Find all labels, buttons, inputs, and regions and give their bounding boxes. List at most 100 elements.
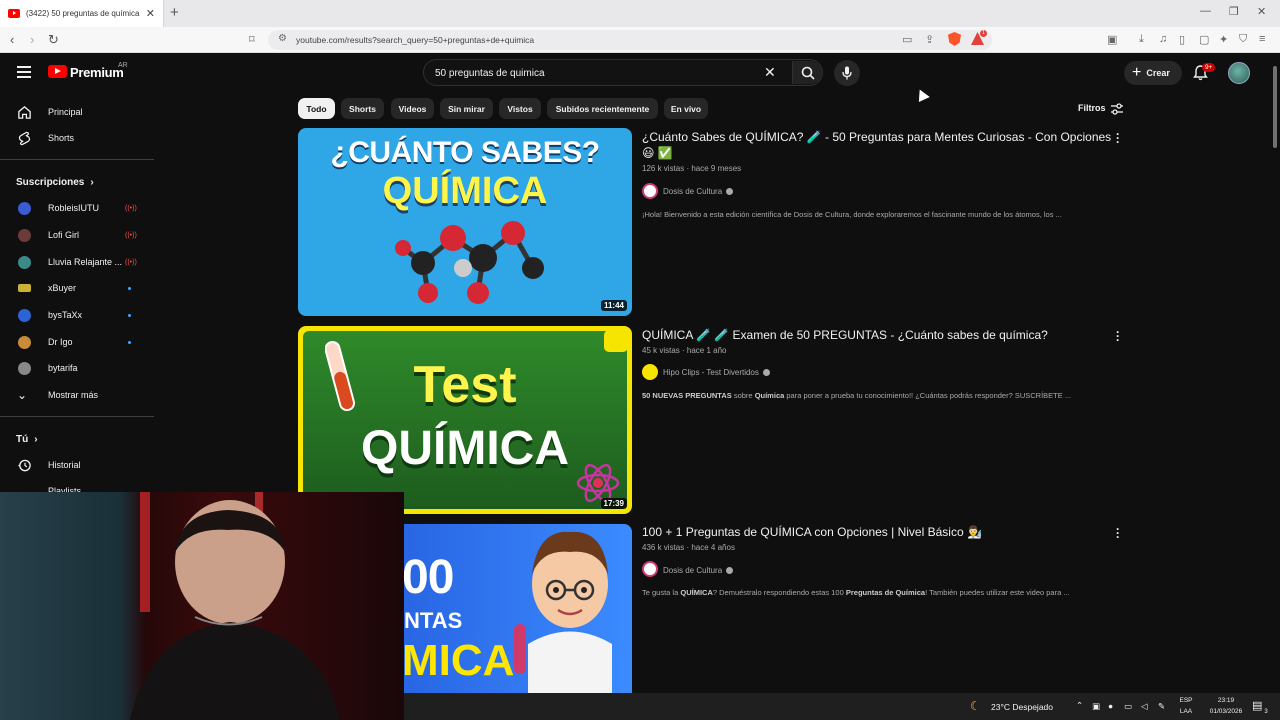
channel-name[interactable]: Dosis de Cultura (663, 566, 734, 575)
input-language[interactable]: ESP (1176, 697, 1196, 704)
chevron-right-icon: › (34, 433, 38, 445)
video-title[interactable]: ¿Cuánto Sabes de QUÍMICA? 🧪 - 50 Pregunt… (642, 129, 1112, 161)
video-meta: 45 k vistas · hace 1 año (642, 346, 727, 355)
close-window-button[interactable]: ✕ (1257, 5, 1266, 18)
sidebar-item-principal[interactable]: Principal (0, 99, 154, 125)
vpn-icon[interactable]: ⛉ (1239, 33, 1247, 46)
sidebar-subscription[interactable]: bysTaXx (0, 302, 154, 328)
sidebar-item-shorts[interactable]: Shorts (0, 125, 154, 151)
notification-center-icon[interactable]: ▤ (1252, 699, 1262, 712)
chip-videos[interactable]: Videos (391, 98, 434, 119)
search-input[interactable]: 50 preguntas de quimica (435, 68, 545, 79)
sidebar-subscription[interactable]: RobleisIUTU ((•)) (0, 195, 154, 221)
browser-menu-icon[interactable]: ≡ (1259, 33, 1265, 45)
channel-name[interactable]: Hipo Clips - Test Divertidos (663, 368, 770, 377)
youtube-logo-icon[interactable] (48, 65, 67, 78)
upload-age: hace 4 años (691, 543, 735, 552)
minimize-button[interactable]: — (1200, 5, 1211, 17)
sidebar-subscription[interactable]: bytarifa (0, 355, 154, 381)
tabs-icon[interactable]: ▢ (1199, 33, 1209, 46)
clock-time[interactable]: 23:19 (1204, 697, 1248, 704)
microphone-tray-icon[interactable]: ● (1108, 701, 1113, 711)
more-options-icon[interactable]: · · · (1116, 128, 1120, 148)
chip-todo[interactable]: Todo (298, 98, 335, 119)
keyboard-layout[interactable]: LAA (1176, 708, 1196, 715)
guide-menu-icon[interactable] (17, 66, 31, 81)
wallet-icon[interactable]: ▣ (1107, 33, 1117, 46)
channel-avatar[interactable] (642, 561, 658, 577)
sidebar-subscription[interactable]: Lofi Girl ((•)) (0, 222, 154, 248)
video-title[interactable]: QUÍMICA 🧪 🧪 Examen de 50 PREGUNTAS - ¿Cu… (642, 327, 1112, 343)
live-icon: ((•)) (125, 258, 137, 266)
forward-icon[interactable]: › (30, 32, 34, 47)
region-code: AR (118, 62, 128, 69)
logo-text[interactable]: Premium (70, 65, 124, 80)
sidebar-you-header[interactable]: Tú › (0, 426, 154, 452)
sidebar-toggle-icon[interactable]: ▯ (1179, 33, 1185, 46)
chip-subidos-recientemente[interactable]: Subidos recientemente (547, 98, 658, 119)
tray-app-icon[interactable]: ▣ (1092, 701, 1100, 712)
chip-en-vivo[interactable]: En vivo (664, 98, 708, 119)
video-thumbnail[interactable]: Test QUÍMICA 17:39 (298, 326, 632, 514)
sidebar-divider (0, 159, 154, 160)
tab-title: (3422) 50 preguntas de química (26, 9, 140, 18)
filters-button[interactable]: Filtros (1078, 103, 1106, 113)
sidebar-item-label: Shorts (48, 133, 75, 143)
search-box[interactable]: 50 preguntas de quimica ✕ (423, 59, 823, 86)
channel-name[interactable]: Dosis de Cultura (663, 187, 734, 196)
chip-sin-mirar[interactable]: Sin mirar (440, 98, 493, 119)
leo-ai-icon[interactable]: ✦ (1219, 33, 1228, 46)
channel-avatar[interactable] (642, 183, 658, 199)
clear-search-icon[interactable]: ✕ (764, 64, 776, 81)
channel-name: xBuyer (48, 283, 77, 293)
share-icon[interactable]: ⇪ (925, 33, 934, 46)
channel-avatar[interactable] (642, 364, 658, 380)
media-icon[interactable]: ♫ (1159, 33, 1167, 45)
chip-vistos[interactable]: Vistos (499, 98, 541, 119)
channel-avatar (18, 255, 31, 269)
clock-date[interactable]: 01/03/2026 (1204, 708, 1248, 715)
sidebar-subscription[interactable]: Dr Igo (0, 329, 154, 355)
video-description: 50 NUEVAS PREGUNTAS sobre Química para p… (642, 391, 1112, 400)
weather-text[interactable]: 23°C Despejado (991, 702, 1053, 712)
sidebar-subscription[interactable]: xBuyer (0, 275, 154, 301)
restore-button[interactable]: ❐ (1229, 5, 1239, 18)
sidebar-item-historial[interactable]: Historial (0, 452, 154, 478)
back-icon[interactable]: ‹ (10, 32, 14, 47)
youtube-masthead: Premium AR 50 preguntas de quimica ✕ + C… (0, 54, 1280, 94)
scrollbar-thumb[interactable] (1273, 66, 1277, 148)
new-content-dot-icon (128, 313, 131, 317)
chip-shorts[interactable]: Shorts (341, 98, 384, 119)
volume-icon[interactable]: ◁ (1141, 701, 1148, 712)
video-thumbnail[interactable]: ¿CUÁNTO SABES? QUÍMICA 11:44 (298, 128, 632, 316)
page-scrollbar[interactable] (1271, 60, 1279, 692)
filters-icon[interactable] (1110, 102, 1124, 116)
create-button[interactable]: + Crear (1124, 61, 1182, 85)
more-options-icon[interactable]: · · · (1116, 523, 1120, 543)
account-avatar[interactable] (1228, 62, 1250, 84)
history-icon (18, 459, 31, 471)
browser-tab[interactable]: (3422) 50 preguntas de química ✕ (0, 0, 164, 27)
sidebar-item-label: Principal (48, 107, 83, 117)
sidebar-subscription[interactable]: Lluvia Relajante ... ((•)) (0, 249, 154, 275)
sidebar-show-more[interactable]: ⌄ Mostrar más (0, 382, 154, 408)
voice-search-button[interactable] (834, 60, 860, 86)
more-options-icon[interactable]: · · · (1116, 326, 1120, 346)
downloads-icon[interactable]: ⤓ (1139, 33, 1144, 46)
search-button[interactable] (792, 61, 822, 84)
microphone-icon (842, 66, 852, 80)
tab-close-icon[interactable]: ✕ (146, 7, 155, 20)
sidebar-subscriptions-header[interactable]: Suscripciones › (0, 169, 154, 195)
show-more-label: Mostrar más (48, 390, 99, 400)
site-settings-icon[interactable]: ⚙ (278, 33, 287, 44)
video-title[interactable]: 100 + 1 Preguntas de QUÍMICA con Opcione… (642, 524, 1112, 540)
reload-icon[interactable]: ↻ (48, 32, 59, 48)
cast-icon[interactable]: ▭ (902, 33, 912, 46)
channel-name: RobleisIUTU (48, 203, 100, 213)
network-icon[interactable]: ▭ (1124, 701, 1132, 712)
pen-icon[interactable]: ✎ (1158, 701, 1165, 712)
address-bar[interactable]: ⚙ youtube.com/results?search_query=50+pr… (268, 30, 992, 50)
tray-chevron-up-icon[interactable]: ⌃ (1076, 700, 1083, 711)
new-tab-button[interactable]: + (170, 4, 179, 21)
bookmark-icon[interactable]: ⌑ (249, 33, 255, 46)
